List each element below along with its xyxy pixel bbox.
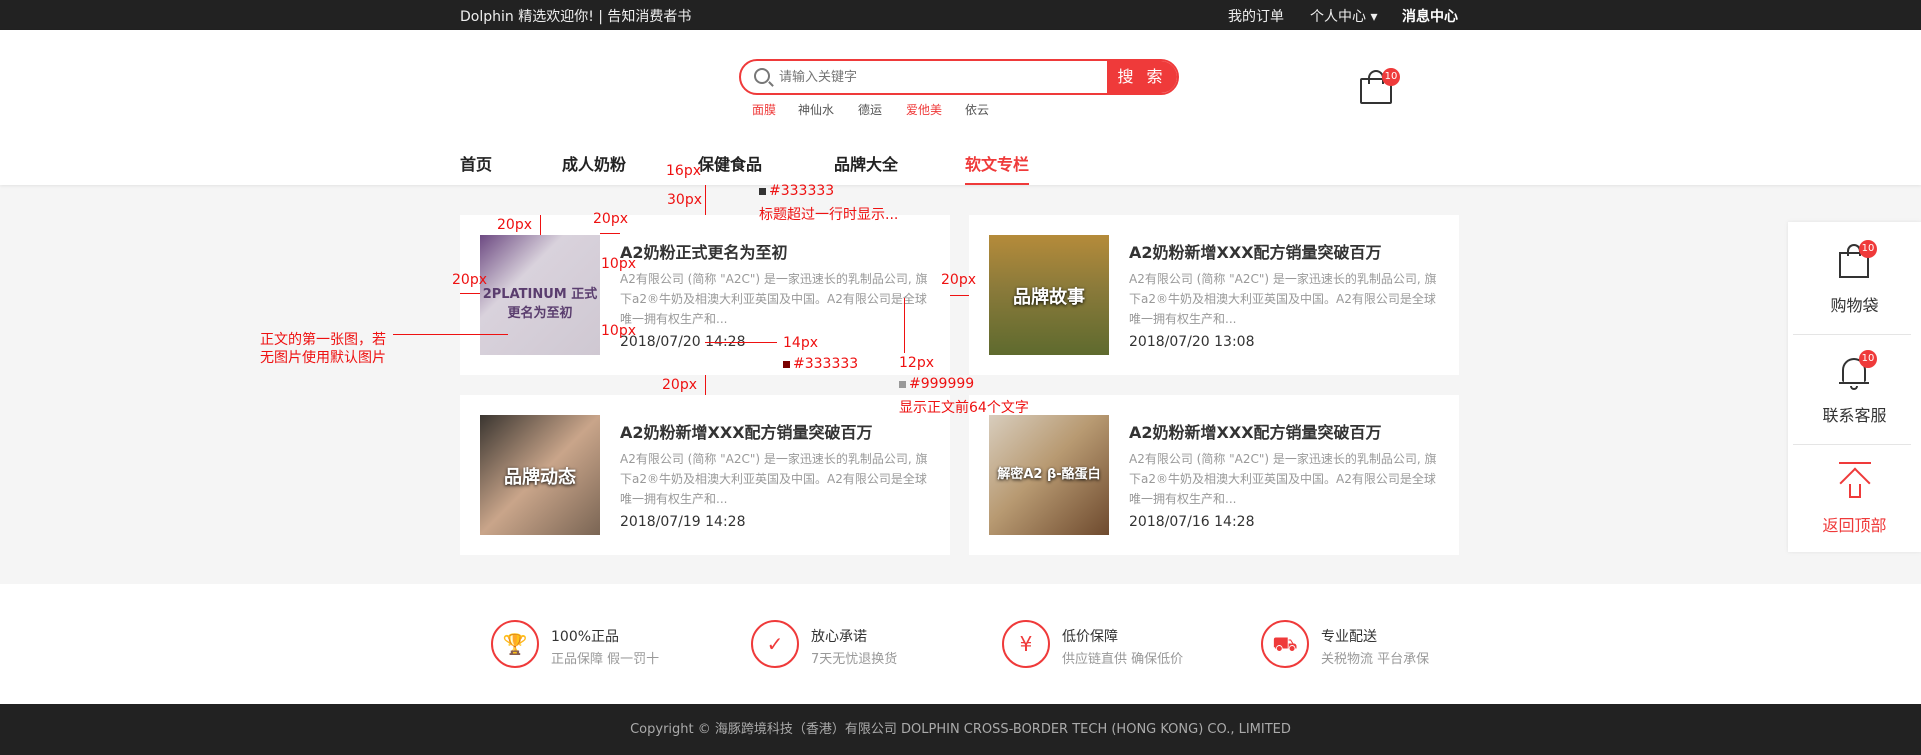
article-excerpt: A2有限公司 (简称 "A2C") 是一家迅速长的乳制品公司, 旗下a2®牛奶及… xyxy=(620,452,928,506)
search-icon xyxy=(754,68,770,84)
annotation-line xyxy=(705,375,706,395)
hot-keyword[interactable]: 依云 xyxy=(965,101,989,118)
article-date: 2018/07/19 14:28 xyxy=(620,514,746,530)
floating-sidebar: 10 购物袋 10 联系客服 返回顶部 xyxy=(1788,222,1921,552)
shield-icon: ✓ xyxy=(751,620,799,668)
cart-count-badge: 10 xyxy=(1859,240,1877,258)
article-card[interactable]: 2PLATINUM 正式更名为至初 A2奶粉正式更名为至初 A2有限公司 (简称… xyxy=(460,215,950,375)
article-card[interactable]: 品牌故事 A2奶粉新增XXX配方销量突破百万 A2有限公司 (简称 "A2C")… xyxy=(969,215,1459,375)
annotation-text: 20px xyxy=(593,211,628,227)
hot-keyword[interactable]: 神仙水 xyxy=(798,101,834,118)
message-center-link[interactable]: 消息中心 xyxy=(1402,6,1458,26)
hot-keyword[interactable]: 爱他美 xyxy=(906,101,942,118)
header xyxy=(0,30,1921,185)
feature-genuine: 🏆 100%正品 正品保障 假一罚十 xyxy=(491,620,731,670)
annotation-line xyxy=(540,215,541,235)
sidebar-service-label: 联系客服 xyxy=(1822,406,1887,425)
personal-center-link[interactable]: 个人中心 ▾ xyxy=(1310,6,1377,26)
truck-icon: ⛟ xyxy=(1261,620,1309,668)
article-date: 2018/07/20 13:08 xyxy=(1129,334,1255,350)
annotation-text: 30px xyxy=(667,192,702,208)
article-date: 2018/07/16 14:28 xyxy=(1129,514,1255,530)
annotation-text: 12px xyxy=(899,355,934,371)
cart-button[interactable]: 10 xyxy=(1358,68,1400,106)
feature-low-price: ¥ 低价保障 供应链直供 确保低价 xyxy=(1002,620,1242,670)
annotation-line xyxy=(393,334,508,335)
annotation-text: 标题超过一行时显示... xyxy=(759,207,899,223)
annotation-line xyxy=(904,298,905,353)
annotation-text: #333333 xyxy=(783,356,858,372)
back-to-top-label: 返回顶部 xyxy=(1822,516,1887,535)
nav-health-food[interactable]: 保健食品 xyxy=(698,151,762,175)
annotation-text: #333333 xyxy=(759,183,834,199)
annotation-text: 20px xyxy=(662,377,697,393)
article-title[interactable]: A2奶粉新增XXX配方销量突破百万 xyxy=(1129,419,1382,443)
article-title[interactable]: A2奶粉正式更名为至初 xyxy=(620,239,788,263)
welcome-text: Dolphin 精选欢迎你! | 告知消费者书 xyxy=(460,9,692,25)
search-button[interactable]: 搜 索 xyxy=(1107,61,1177,93)
bag-icon: 10 xyxy=(1839,240,1877,278)
annotation-text: 10px xyxy=(601,323,636,339)
annotation-text: 无图片使用默认图片 xyxy=(260,350,386,366)
article-excerpt: A2有限公司 (简称 "A2C") 是一家迅速长的乳制品公司, 旗下a2®牛奶及… xyxy=(1129,452,1437,506)
annotation-text: 10px xyxy=(601,256,636,272)
annotation-text: 20px xyxy=(452,272,487,288)
annotation-line xyxy=(950,295,969,296)
article-card[interactable]: 解密A2 β-酪蛋白 A2奶粉新增XXX配方销量突破百万 A2有限公司 (简称 … xyxy=(969,395,1459,555)
annotation-line xyxy=(705,185,706,215)
annotation-text: 14px xyxy=(783,335,818,351)
feature-promise: ✓ 放心承诺 7天无忧退换货 xyxy=(751,620,991,670)
annotation-text: #999999 xyxy=(899,376,974,392)
hot-keyword[interactable]: 面膜 xyxy=(752,101,776,118)
article-excerpt: A2有限公司 (简称 "A2C") 是一家迅速长的乳制品公司, 旗下a2®牛奶及… xyxy=(620,272,928,326)
back-to-top-button[interactable]: 返回顶部 xyxy=(1788,442,1921,552)
annotation-line xyxy=(705,342,777,343)
arrow-up-icon xyxy=(1839,462,1871,499)
sidebar-cart-button[interactable]: 10 购物袋 xyxy=(1788,222,1921,332)
article-thumbnail: 品牌故事 xyxy=(989,235,1109,355)
sidebar-cart-label: 购物袋 xyxy=(1830,296,1879,315)
yen-icon: ¥ xyxy=(1002,620,1050,668)
trophy-icon: 🏆 xyxy=(491,620,539,668)
article-title[interactable]: A2奶粉新增XXX配方销量突破百万 xyxy=(1129,239,1382,263)
hot-keyword[interactable]: 德运 xyxy=(858,101,882,118)
article-title[interactable]: A2奶粉新增XXX配方销量突破百万 xyxy=(620,419,873,443)
annotation-text: 20px xyxy=(941,272,976,288)
annotation-line xyxy=(460,293,480,294)
article-card[interactable]: 品牌动态 A2奶粉新增XXX配方销量突破百万 A2有限公司 (简称 "A2C")… xyxy=(460,395,950,555)
sidebar-service-button[interactable]: 10 联系客服 xyxy=(1788,332,1921,442)
my-orders-link[interactable]: 我的订单 xyxy=(1228,6,1284,26)
annotation-text: 20px xyxy=(497,217,532,233)
nav-home[interactable]: 首页 xyxy=(460,151,492,175)
article-thumbnail: 解密A2 β-酪蛋白 xyxy=(989,415,1109,535)
service-count-badge: 10 xyxy=(1859,350,1877,368)
nav-adult-milk[interactable]: 成人奶粉 xyxy=(562,151,626,175)
annotation-text: 正文的第一张图，若 xyxy=(260,332,386,348)
feature-delivery: ⛟ 专业配送 关税物流 平台承保 xyxy=(1261,620,1501,670)
article-thumbnail: 2PLATINUM 正式更名为至初 xyxy=(480,235,600,355)
search-box: 搜 索 xyxy=(739,59,1179,95)
nav-brands[interactable]: 品牌大全 xyxy=(834,151,898,175)
annotation-line xyxy=(600,233,620,234)
search-input[interactable] xyxy=(779,65,1099,89)
bell-icon: 10 xyxy=(1839,350,1877,390)
copyright: Copyright © 海豚跨境科技（香港）有限公司 DOLPHIN CROSS… xyxy=(0,704,1921,755)
annotation-text: 16px xyxy=(666,163,701,179)
annotation-text: 显示正文前64个文字 xyxy=(899,400,1029,416)
article-excerpt: A2有限公司 (简称 "A2C") 是一家迅速长的乳制品公司, 旗下a2®牛奶及… xyxy=(1129,272,1437,326)
top-bar: Dolphin 精选欢迎你! | 告知消费者书 我的订单 个人中心 ▾ 消息中心 xyxy=(0,0,1921,30)
article-thumbnail: 品牌动态 xyxy=(480,415,600,535)
nav-articles[interactable]: 软文专栏 xyxy=(965,151,1030,185)
cart-count-badge: 10 xyxy=(1382,68,1400,86)
